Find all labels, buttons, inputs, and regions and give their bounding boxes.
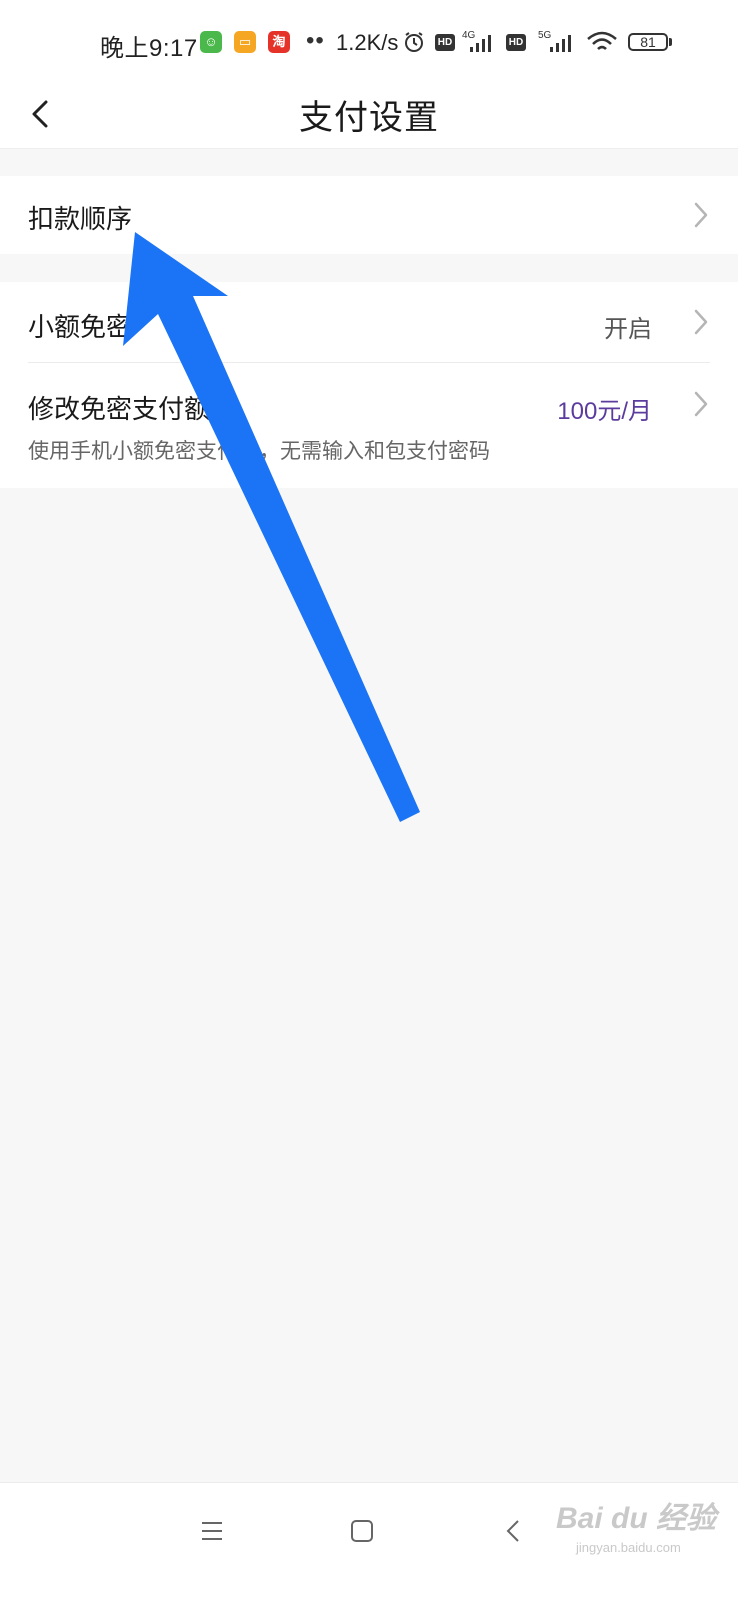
section-password-free: 小额免密 开启 修改免密支付额度 100元/月 使用手机小额免密支付时，无需输入…: [0, 282, 738, 488]
hd-badge: HD: [435, 34, 455, 51]
wechat-mini-icon: ☺: [200, 31, 222, 53]
deduction-order-label: 扣款顺序: [28, 204, 133, 234]
hd-badge: HD: [506, 34, 526, 51]
deduction-order-row[interactable]: 扣款顺序: [0, 176, 738, 254]
alarm-icon: [405, 32, 423, 52]
section-deduction-order: 扣款顺序: [0, 176, 738, 254]
modify-limit-description: 使用手机小额免密支付时，无需输入和包支付密码: [28, 440, 490, 463]
chevron-right-icon: [694, 202, 708, 228]
modify-limit-value: 100元/月: [557, 398, 652, 425]
status-time: 晚上9:17: [100, 35, 198, 62]
signal-icon: [470, 35, 491, 52]
page-title: 支付设置: [299, 99, 439, 137]
battery-tip: [669, 38, 672, 46]
network-speed: 1.2K/s: [336, 30, 399, 55]
taobao-icon: 淘: [268, 31, 290, 53]
battery-icon: 81: [628, 33, 668, 51]
home-icon[interactable]: [342, 1511, 382, 1551]
signal-icon: [550, 35, 571, 52]
message-icon: ▭: [234, 31, 256, 53]
chevron-right-icon: [694, 391, 708, 417]
small-free-label: 小额免密: [28, 312, 133, 342]
watermark-brand: Bai du 经验: [556, 1502, 717, 1535]
header: 支付设置: [0, 80, 738, 149]
chevron-right-icon: [694, 309, 708, 335]
small-free-status: 开启: [604, 316, 652, 343]
watermark-url: jingyan.baidu.com: [576, 1540, 681, 1555]
modify-limit-label: 修改免密支付额度: [28, 394, 237, 424]
small-free-row[interactable]: 小额免密 开启: [0, 282, 738, 362]
wifi-icon: [587, 31, 617, 50]
status-bar: 晚上9:17 ☺ ▭ 淘 •• 1.2K/s HD 4G HD 5G 81: [0, 0, 738, 80]
back-nav-icon[interactable]: [494, 1511, 534, 1551]
notification-dots-icon: ••: [306, 27, 325, 54]
modify-limit-row[interactable]: 修改免密支付额度 100元/月 使用手机小额免密支付时，无需输入和包支付密码: [0, 363, 738, 488]
menu-icon[interactable]: [192, 1511, 232, 1551]
